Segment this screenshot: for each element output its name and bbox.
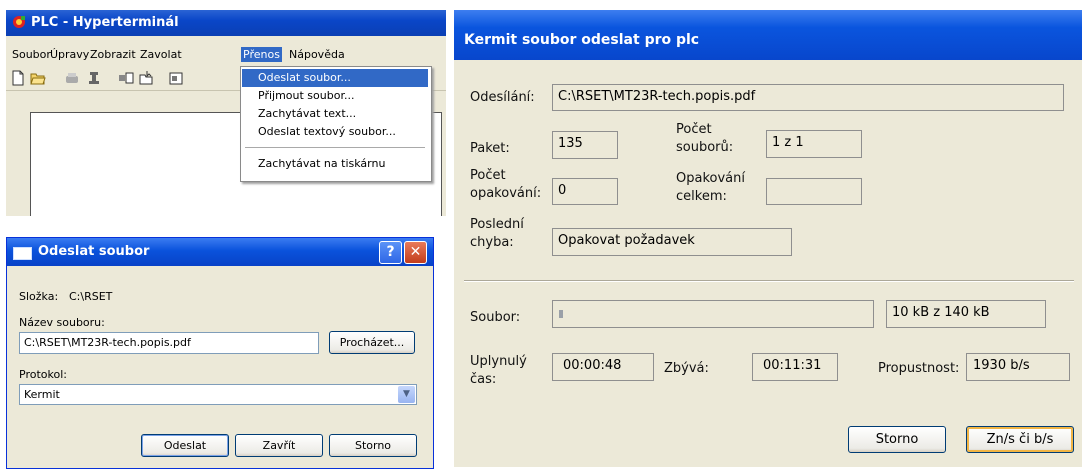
last-error-value: Opakovat požadavek (552, 228, 792, 256)
kermit-titlebar: Kermit soubor odeslat pro plc (454, 10, 1082, 60)
retries-label-line1: Počet (470, 168, 506, 183)
menu-item-label: Odeslat soubor... (258, 71, 351, 84)
protocol-select[interactable]: Kermit ▼ (19, 384, 417, 405)
file-label: Soubor: (470, 310, 521, 325)
send-dialog-title: Odeslat soubor (38, 244, 150, 259)
last-error-label-line2: chyba: (470, 235, 514, 250)
chevron-down-icon[interactable]: ▼ (398, 386, 415, 403)
filename-label: Název souboru: (19, 316, 105, 329)
menu-item-label: Přijmout soubor... (258, 89, 355, 102)
menu-item-label: Zachytávat text... (258, 107, 357, 120)
properties-icon[interactable] (168, 70, 184, 86)
elapsed-value: 00:00:48 (552, 353, 654, 381)
retries-label-line2: opakování: (470, 186, 542, 201)
open-folder-icon[interactable] (30, 70, 46, 86)
menu-item-receive-file[interactable]: Přijmout soubor... (242, 87, 428, 105)
toggle-units-button[interactable]: Zn/s či b/s (966, 426, 1074, 453)
menu-item-send-file[interactable]: Odeslat soubor... (242, 69, 428, 87)
hyperterminal-menubar: Soubor Úpravy Zobrazit Zavolat Přenos Ná… (6, 44, 446, 64)
remaining-label: Zbývá: (664, 361, 709, 376)
menu-item-capture-printer[interactable]: Zachytávat na tiskárnu (242, 155, 428, 173)
menu-item-send-text-file[interactable]: Odeslat textový soubor... (242, 123, 428, 141)
kermit-title: Kermit soubor odeslat pro plc (464, 32, 700, 48)
folder-value: C:\RSET (69, 290, 113, 303)
browse-button[interactable]: Procházet... (329, 331, 415, 354)
kermit-transfer-dialog: Kermit soubor odeslat pro plc Odesílání:… (454, 10, 1082, 467)
separator (464, 280, 1074, 282)
total-retries-label-line2: celkem: (676, 189, 727, 204)
call-icon[interactable] (64, 70, 80, 86)
total-retries-label-line1: Opakování (676, 171, 745, 186)
protocol-value: Kermit (24, 388, 60, 401)
throughput-value: 1930 b/s (966, 353, 1070, 381)
receive-icon[interactable] (138, 70, 154, 86)
menu-soubor[interactable]: Soubor (10, 47, 53, 62)
disconnect-icon[interactable] (86, 70, 102, 86)
menu-zobrazit[interactable]: Zobrazit (88, 47, 138, 62)
elapsed-label-line1: Uplynulý (470, 354, 527, 369)
hyperterminal-app-icon (13, 16, 25, 28)
help-button[interactable]: ? (379, 241, 402, 264)
throughput-label: Propustnost: (878, 361, 960, 376)
file-size-value: 10 kB z 140 kB (886, 300, 1046, 328)
menu-zavolat[interactable]: Zavolat (138, 47, 184, 62)
hyperterminal-title: PLC - Hyperterminál (31, 15, 179, 30)
window-icon (13, 247, 32, 260)
cancel-transfer-button[interactable]: Storno (848, 426, 946, 453)
packet-label: Paket: (470, 141, 510, 156)
packet-value: 135 (552, 131, 618, 159)
new-file-icon[interactable] (10, 70, 26, 86)
menu-item-label: Odeslat textový soubor... (258, 125, 396, 138)
menu-upravy[interactable]: Úpravy (48, 47, 91, 62)
send-dialog-titlebar: Odeslat soubor ? ✕ (7, 238, 433, 266)
send-button[interactable]: Odeslat (141, 434, 229, 457)
filename-input[interactable]: C:\RSET\MT23R-tech.popis.pdf (19, 332, 319, 354)
menu-item-capture-text[interactable]: Zachytávat text... (242, 105, 428, 123)
menu-napoveda[interactable]: Nápověda (287, 47, 347, 62)
close-icon[interactable]: ✕ (404, 241, 427, 264)
send-icon[interactable] (118, 70, 134, 86)
retries-value: 0 (552, 178, 618, 205)
sending-value: C:\RSET\MT23R-tech.popis.pdf (552, 84, 1064, 111)
progress-block (559, 310, 563, 318)
close-button[interactable]: Zavřít (235, 434, 323, 457)
remaining-value: 00:11:31 (752, 353, 838, 381)
menu-separator (245, 147, 425, 148)
total-retries-value (766, 178, 862, 205)
cancel-button[interactable]: Storno (329, 434, 417, 457)
file-progress-bar (552, 300, 874, 328)
folder-label: Složka: (19, 290, 59, 303)
send-file-dialog: Odeslat soubor ? ✕ Složka: C:\RSET Název… (6, 237, 434, 469)
file-count-label-line1: Počet (676, 122, 712, 137)
hyperterminal-titlebar: PLC - Hyperterminál (6, 10, 446, 36)
elapsed-label-line2: čas: (470, 372, 497, 387)
sending-label: Odesílání: (470, 90, 535, 105)
file-count-label-line2: souborů: (676, 140, 734, 155)
last-error-label-line1: Poslední (470, 217, 524, 232)
menu-item-label: Zachytávat na tiskárnu (258, 157, 386, 170)
protocol-label: Protokol: (19, 368, 67, 381)
transfer-menu-dropdown: Odeslat soubor... Přijmout soubor... Zac… (240, 66, 432, 182)
file-count-value: 1 z 1 (766, 130, 862, 158)
menu-prenos[interactable]: Přenos (241, 47, 282, 62)
